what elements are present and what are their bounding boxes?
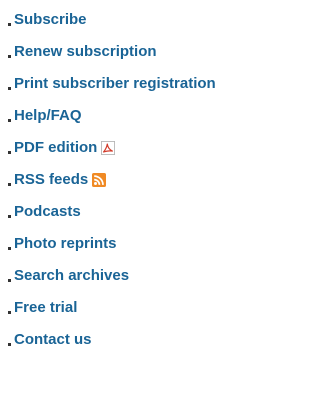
free-trial-link[interactable]: Free trial (14, 299, 77, 317)
pdf-edition-link[interactable]: PDF edition (14, 139, 97, 157)
menu-item-contact-us: Contact us (0, 324, 305, 356)
menu-item-free-trial: Free trial (0, 292, 305, 324)
menu-item-photo-reprints: Photo reprints (0, 228, 305, 260)
bullet-icon (8, 55, 11, 58)
bullet-icon (8, 23, 11, 26)
bullet-icon (8, 215, 11, 218)
menu-item-rss-feeds: RSS feeds (0, 164, 305, 196)
bullet-icon (8, 183, 11, 186)
menu-item-print-subscriber-registration: Print subscriber registration (0, 68, 305, 100)
menu-item-search-archives: Search archives (0, 260, 305, 292)
contact-us-link[interactable]: Contact us (14, 331, 92, 349)
rss-feeds-link[interactable]: RSS feeds (14, 171, 88, 189)
photo-reprints-link[interactable]: Photo reprints (14, 235, 117, 253)
menu-item-podcasts: Podcasts (0, 196, 305, 228)
subscriber-links-menu: Subscribe Renew subscription Print subsc… (0, 4, 305, 356)
bullet-icon (8, 247, 11, 250)
menu-item-help-faq: Help/FAQ (0, 100, 305, 132)
menu-item-subscribe: Subscribe (0, 4, 305, 36)
rss-icon[interactable] (92, 173, 107, 187)
bullet-icon (8, 87, 11, 90)
bullet-icon (8, 311, 11, 314)
renew-subscription-link[interactable]: Renew subscription (14, 43, 157, 61)
bullet-icon (8, 151, 11, 154)
help-faq-link[interactable]: Help/FAQ (14, 107, 82, 125)
pdf-icon[interactable] (101, 141, 116, 155)
search-archives-link[interactable]: Search archives (14, 267, 129, 285)
bullet-icon (8, 279, 11, 282)
menu-item-pdf-edition: PDF edition (0, 132, 305, 164)
bullet-icon (8, 343, 11, 346)
menu-item-renew-subscription: Renew subscription (0, 36, 305, 68)
podcasts-link[interactable]: Podcasts (14, 203, 81, 221)
subscribe-link[interactable]: Subscribe (14, 11, 87, 29)
print-subscriber-registration-link[interactable]: Print subscriber registration (14, 75, 216, 93)
bullet-icon (8, 119, 11, 122)
